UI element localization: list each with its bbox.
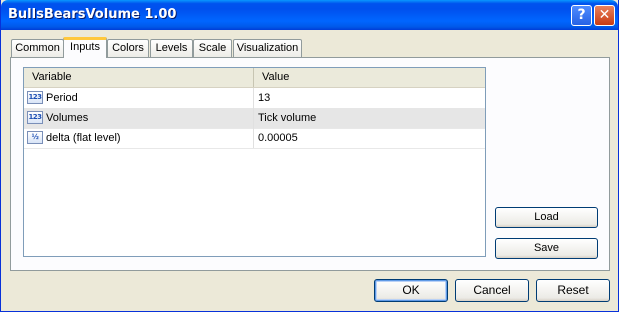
value-cell[interactable]: 0.00005: [254, 128, 485, 148]
reset-button[interactable]: Reset: [536, 279, 610, 302]
tab-colors[interactable]: Colors: [107, 39, 149, 58]
inputs-grid: Variable Value 123 Period 13 123 Volumes…: [23, 67, 486, 257]
tab-inputs[interactable]: Inputs: [63, 37, 107, 58]
column-header-variable[interactable]: Variable: [24, 68, 254, 87]
variable-cell: 123 Volumes: [24, 108, 254, 128]
close-button[interactable]: ✕: [594, 5, 615, 26]
integer-icon: 123: [27, 111, 43, 124]
table-row[interactable]: ½ delta (flat level) 0.00005: [24, 128, 485, 149]
column-header-value[interactable]: Value: [254, 68, 485, 87]
value-cell[interactable]: Tick volume: [254, 108, 485, 128]
variable-name: delta (flat level): [46, 132, 121, 144]
help-button[interactable]: ?: [571, 5, 592, 26]
window-title: BullsBearsVolume 1.00: [8, 7, 177, 22]
dialog-window: BullsBearsVolume 1.00 ? ✕ Common Inputs …: [0, 0, 619, 312]
tab-levels[interactable]: Levels: [150, 39, 193, 58]
inputs-panel: Variable Value 123 Period 13 123 Volumes…: [10, 57, 610, 271]
table-row[interactable]: 123 Volumes Tick volume: [24, 108, 485, 129]
variable-cell: ½ delta (flat level): [24, 128, 254, 148]
variable-name: Volumes: [46, 112, 89, 124]
load-button[interactable]: Load: [495, 207, 598, 228]
table-row[interactable]: 123 Period 13: [24, 88, 485, 109]
tab-visualization[interactable]: Visualization: [233, 39, 302, 58]
title-bar[interactable]: BullsBearsVolume 1.00 ? ✕: [1, 0, 618, 30]
grid-header: Variable Value: [24, 68, 485, 88]
tab-scale[interactable]: Scale: [193, 39, 232, 58]
save-button[interactable]: Save: [495, 238, 598, 259]
integer-icon: 123: [27, 91, 43, 104]
value-cell[interactable]: 13: [254, 88, 485, 108]
variable-name: Period: [46, 92, 78, 104]
cancel-button[interactable]: Cancel: [455, 279, 529, 302]
double-icon: ½: [27, 131, 43, 144]
tab-common[interactable]: Common: [11, 39, 64, 58]
ok-button[interactable]: OK: [374, 279, 448, 302]
variable-cell: 123 Period: [24, 88, 254, 108]
